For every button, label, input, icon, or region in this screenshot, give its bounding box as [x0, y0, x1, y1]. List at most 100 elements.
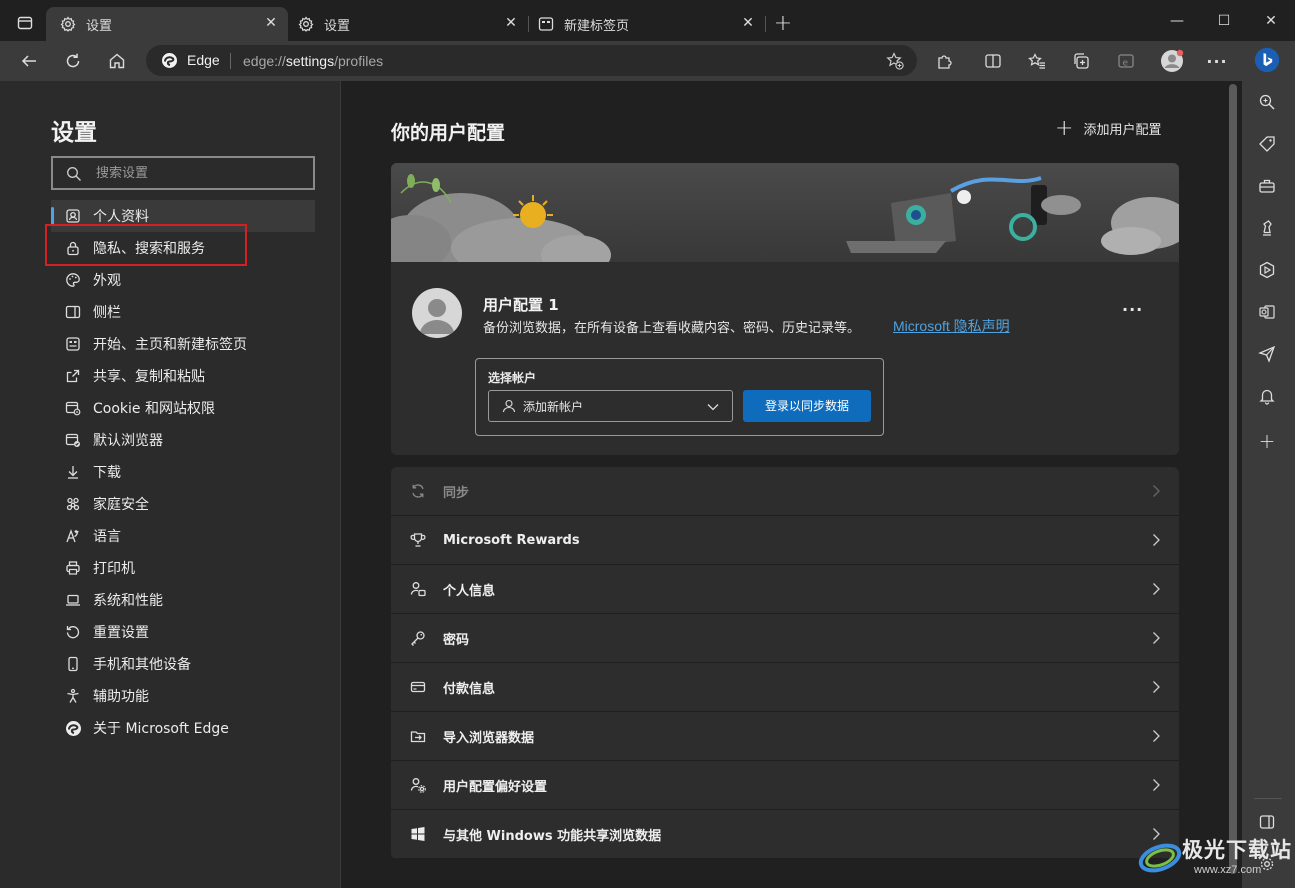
sidebar-item-edge-logo[interactable]: 关于 Microsoft Edge: [51, 712, 315, 744]
account-selector-panel: 选择帐户 添加新帐户 登录以同步数据: [475, 358, 884, 436]
chevron-right-icon: [1153, 779, 1160, 791]
games-button[interactable]: [1254, 215, 1280, 241]
minimize-button[interactable]: —: [1154, 8, 1200, 34]
settings-row-credit-card[interactable]: 付款信息: [391, 663, 1179, 712]
tab-settings[interactable]: 设置 ✕: [288, 7, 528, 41]
sidebar-item-accessibility[interactable]: 辅助功能: [51, 680, 315, 712]
scrollbar-thumb[interactable]: [1229, 84, 1237, 874]
add-favorite-icon[interactable]: [885, 51, 905, 71]
default-avatar-icon: [420, 299, 454, 334]
sidebar-item-label: 重置设置: [93, 625, 149, 641]
maximize-button[interactable]: ☐: [1201, 8, 1247, 34]
search-settings-box[interactable]: [51, 156, 315, 190]
profile-card: 用户配置 1 备份浏览数据，在所有设备上查看收藏内容、密码、历史记录等。 Mic…: [391, 163, 1179, 455]
settings-row-sync[interactable]: 同步: [391, 467, 1179, 516]
settings-row-windows[interactable]: 与其他 Windows 功能共享浏览数据: [391, 810, 1179, 859]
tab-close-button[interactable]: ✕: [741, 16, 755, 30]
profile-button[interactable]: [1157, 47, 1187, 75]
shopping-button[interactable]: [1254, 131, 1280, 157]
settings-row-trophy[interactable]: Microsoft Rewards: [391, 516, 1179, 565]
outlook-button[interactable]: [1254, 299, 1280, 325]
palette-icon: [64, 271, 82, 289]
ie-mode-button[interactable]: e: [1111, 47, 1141, 75]
back-button[interactable]: [14, 47, 44, 75]
gear-icon: [60, 16, 76, 32]
microsoft-365-button[interactable]: [1254, 257, 1280, 283]
profile-banner-illustration: [391, 163, 1179, 262]
sidebar-item-site-permissions[interactable]: Cookie 和网站权限: [51, 392, 315, 424]
accessibility-icon: [64, 687, 82, 705]
site-label: Edge: [187, 52, 220, 68]
settings-row-label: 同步: [443, 485, 470, 501]
drop-button[interactable]: [1254, 341, 1280, 367]
tools-button[interactable]: [1254, 173, 1280, 199]
magnifier-icon: [1259, 94, 1275, 110]
tab-close-button[interactable]: ✕: [264, 16, 278, 30]
sidebar-item-label: 下载: [93, 465, 121, 481]
url-text: edge://settings/profiles: [243, 53, 384, 69]
notifications-button[interactable]: [1254, 383, 1280, 409]
tab-title: 新建标签页: [564, 18, 630, 34]
chevron-right-icon: [1153, 681, 1160, 693]
collections-button[interactable]: [1066, 47, 1096, 75]
refresh-button[interactable]: [58, 47, 88, 75]
bing-chat-button[interactable]: [1254, 47, 1280, 73]
sidebar-item-home-page[interactable]: 开始、主页和新建标签页: [51, 328, 315, 360]
settings-row-person-info[interactable]: 个人信息: [391, 565, 1179, 614]
office-icon: [1259, 261, 1275, 279]
tab-close-button[interactable]: ✕: [504, 16, 518, 30]
sidebar-item-label: 辅助功能: [93, 689, 149, 705]
settings-row-import[interactable]: 导入浏览器数据: [391, 712, 1179, 761]
close-window-button[interactable]: ✕: [1248, 8, 1294, 34]
add-profile-label: 添加用户配置: [1083, 123, 1162, 138]
extensions-button[interactable]: [930, 47, 960, 75]
settings-title: 设置: [51, 120, 97, 146]
language-icon: [64, 527, 82, 545]
privacy-statement-link[interactable]: Microsoft 隐私声明: [893, 316, 1010, 336]
sidebar-item-phone[interactable]: 手机和其他设备: [51, 648, 315, 680]
sidebar-item-family[interactable]: 家庭安全: [51, 488, 315, 520]
settings-row-key[interactable]: 密码: [391, 614, 1179, 663]
import-icon: [409, 727, 427, 745]
more-menu-button[interactable]: ···: [1202, 47, 1232, 75]
toolbox-icon: [1259, 179, 1275, 193]
settings-row-label: 密码: [443, 632, 470, 648]
sidebar-item-label: 系统和性能: [93, 593, 163, 609]
chevron-right-icon: [1153, 485, 1160, 497]
tab-actions-icon: [17, 16, 33, 30]
tab-actions-button[interactable]: [8, 10, 42, 36]
add-profile-button[interactable]: + 添加用户配置: [1055, 117, 1162, 139]
favorites-button[interactable]: [1022, 47, 1052, 75]
sidebar-item-language[interactable]: 语言: [51, 520, 315, 552]
avatar-icon: [1161, 49, 1184, 72]
sidebar-item-default-browser[interactable]: 默认浏览器: [51, 424, 315, 456]
sidebar-item-reset[interactable]: 重置设置: [51, 616, 315, 648]
sidebar-item-laptop[interactable]: 系统和性能: [51, 584, 315, 616]
profile-more-button[interactable]: ···: [1122, 300, 1143, 319]
add-sidebar-app-button[interactable]: +: [1254, 428, 1280, 454]
sync-icon: [409, 482, 427, 500]
new-tab-button[interactable]: +: [770, 12, 796, 38]
profile-settings-list: 同步 Microsoft Rewards 个人信息密码付款信息 导入浏览器数据用户配置…: [391, 467, 1179, 859]
sidebar-item-sidebar[interactable]: 侧栏: [51, 296, 315, 328]
sidebar-item-palette[interactable]: 外观: [51, 264, 315, 296]
tab-new-tab-page[interactable]: 新建标签页 ✕: [529, 7, 765, 41]
bell-icon: [1259, 389, 1275, 405]
sign-in-to-sync-button[interactable]: 登录以同步数据: [743, 390, 871, 422]
sidebar-item-label: Cookie 和网站权限: [93, 401, 215, 417]
account-dropdown[interactable]: 添加新帐户: [488, 390, 733, 422]
sidebar-item-share[interactable]: 共享、复制和粘贴: [51, 360, 315, 392]
search-settings-input[interactable]: [96, 163, 296, 183]
search-sidebar-button[interactable]: [1254, 89, 1280, 115]
reset-icon: [64, 623, 82, 641]
sidebar-item-label: 外观: [93, 273, 121, 289]
address-bar[interactable]: Edge edge://settings/profiles: [146, 45, 917, 76]
sidebar-item-printer[interactable]: 打印机: [51, 552, 315, 584]
tab-settings-active[interactable]: 设置 ✕: [46, 7, 288, 41]
home-button[interactable]: [102, 47, 132, 75]
settings-row-profile-settings[interactable]: 用户配置偏好设置: [391, 761, 1179, 810]
split-screen-button[interactable]: [978, 47, 1008, 75]
settings-row-label: 用户配置偏好设置: [443, 779, 548, 795]
sidebar-item-label: 打印机: [93, 561, 135, 577]
sidebar-item-download[interactable]: 下载: [51, 456, 315, 488]
